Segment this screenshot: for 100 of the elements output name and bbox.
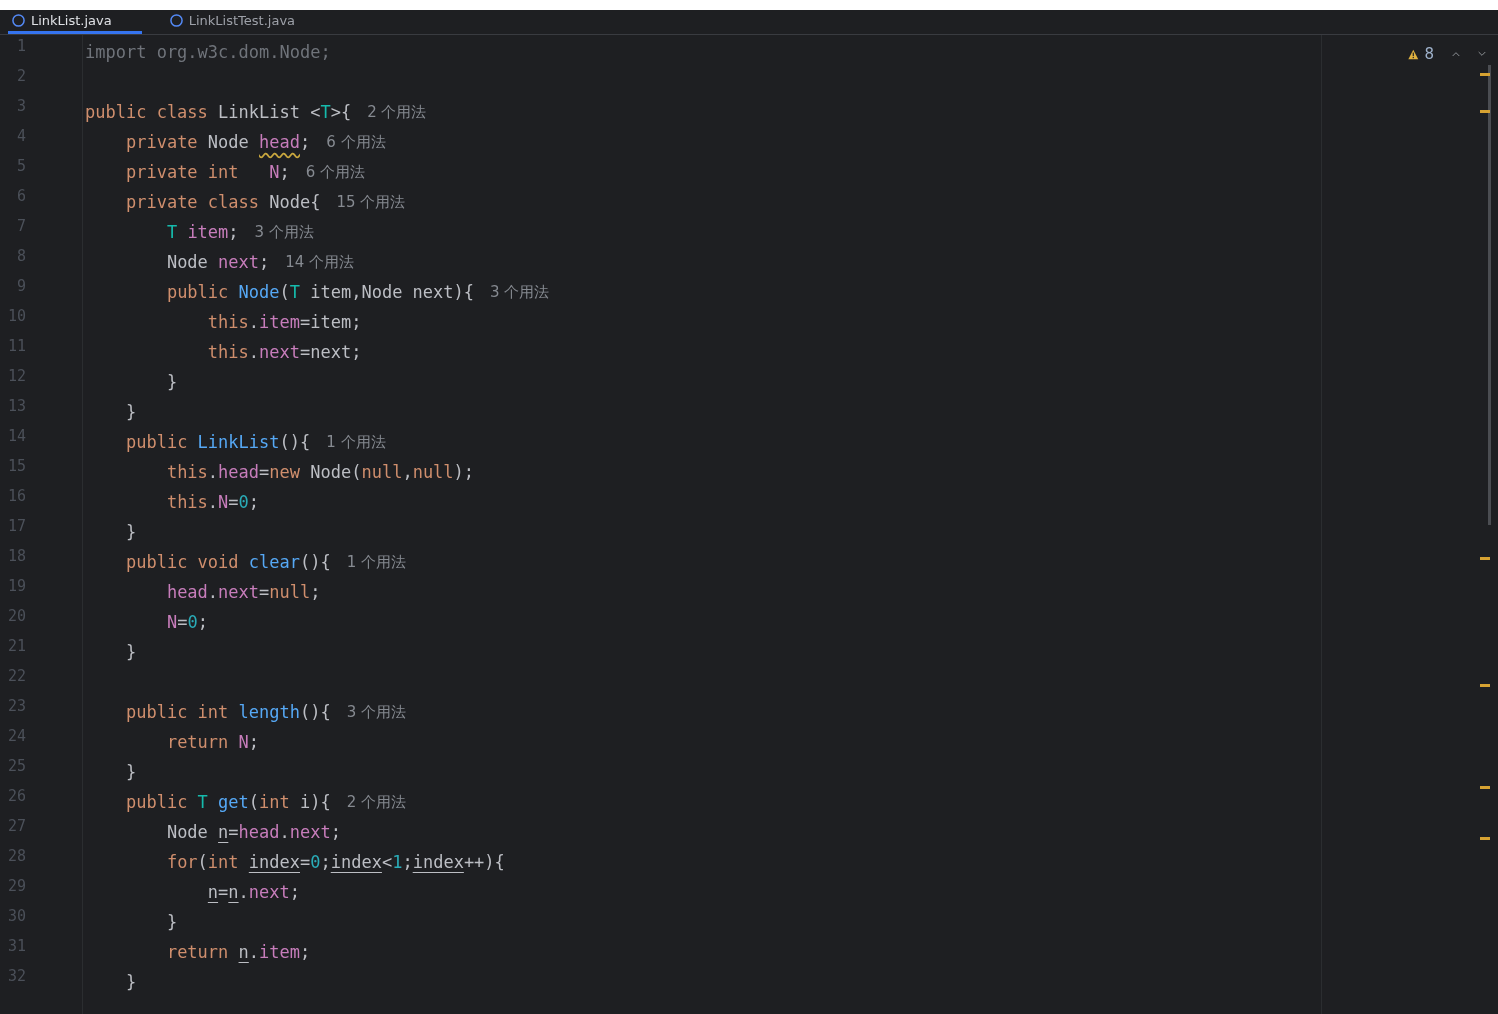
code-text: >{ — [330, 101, 352, 123]
code-text: ; — [310, 581, 321, 603]
code-text: , — [402, 461, 413, 483]
code-text: } — [125, 761, 137, 783]
code-text: n — [218, 821, 229, 843]
file-icon — [169, 14, 183, 27]
function-name: LinkList — [197, 431, 280, 453]
keyword: return — [166, 731, 230, 753]
keyword: new — [269, 461, 301, 483]
field-name: next — [259, 341, 300, 363]
usage-hint: 6 个用法 — [305, 162, 366, 182]
function-name: get — [218, 791, 249, 813]
field-name: next — [248, 881, 290, 903]
type-parameter: T — [166, 221, 179, 243]
field-name: item — [259, 311, 300, 333]
usage-hint: 2 个用法 — [346, 792, 407, 812]
code-text: item,Node next){ — [310, 281, 474, 303]
code-text: ; — [289, 881, 301, 903]
code-text: } — [125, 401, 137, 423]
type-parameter: T — [197, 791, 209, 813]
warning-count: 8 — [1424, 45, 1435, 63]
chevron-up-icon[interactable] — [1452, 50, 1461, 58]
usage-hint: 14 个用法 — [285, 252, 355, 272]
code-text: . — [248, 311, 260, 333]
keyword: this — [207, 311, 249, 333]
code-text: } — [125, 521, 137, 543]
usage-hint: 3 个用法 — [254, 222, 314, 242]
code-text: ; — [300, 131, 311, 153]
function-name: clear — [248, 551, 300, 573]
keyword: int — [259, 791, 291, 813]
code-text: ; — [320, 851, 331, 873]
field-name: N — [218, 491, 229, 513]
code-text: ( — [248, 791, 260, 813]
code-text: = — [228, 821, 239, 843]
code-text: ( — [279, 281, 290, 303]
code-text: . — [238, 881, 249, 903]
code-text: (){ — [299, 701, 331, 723]
keyword: return — [166, 941, 230, 963]
usage-hint: 3 个用法 — [490, 282, 550, 302]
usage-hint: 2 个用法 — [367, 102, 427, 122]
field-name: item — [259, 941, 300, 963]
code-text: =item; — [300, 311, 362, 333]
code-text: ; — [248, 731, 260, 753]
keyword: private class — [125, 191, 260, 213]
code-text: ; — [228, 221, 239, 243]
file-tab[interactable]: LinkList.java — [8, 10, 142, 34]
code-text: ; — [197, 611, 208, 633]
function-name: length — [238, 701, 300, 723]
code-text: index — [330, 851, 382, 873]
code-text: = — [228, 491, 239, 513]
code-text: LinkList < — [218, 101, 321, 123]
keyword: this — [207, 341, 249, 363]
usage-hint: 1 个用法 — [326, 432, 386, 452]
number-literal: 1 — [392, 851, 403, 873]
field-name: head — [259, 131, 300, 153]
field-name: head — [218, 461, 260, 483]
keyword: public void — [125, 551, 240, 573]
code-text: = — [259, 581, 270, 603]
usage-hint: 15 个用法 — [336, 192, 406, 212]
file-icon — [12, 14, 25, 27]
code-text: = — [218, 881, 229, 903]
code-text: < — [381, 851, 393, 873]
field-name: N — [269, 161, 280, 183]
code-text: =next; — [300, 341, 362, 363]
code-text: (){ — [299, 551, 331, 573]
keyword: public — [125, 431, 189, 453]
keyword: null — [361, 461, 403, 483]
code-text: . — [207, 461, 219, 483]
code-text: } — [166, 911, 178, 933]
code-text: ; — [402, 851, 413, 873]
file-tab[interactable]: LinkListTest.java — [165, 10, 326, 34]
number-literal: 0 — [310, 851, 321, 873]
code-text: } — [125, 641, 137, 663]
code-text: Node — [166, 821, 209, 843]
keyword: private — [125, 131, 199, 153]
usage-hint: 6 个用法 — [326, 132, 386, 152]
keyword: null — [412, 461, 454, 483]
field-name: next — [218, 251, 260, 273]
code-text: index — [412, 851, 464, 873]
field-name: N — [238, 731, 249, 753]
keyword: public class — [85, 101, 209, 123]
field-name: N — [166, 611, 178, 633]
number-literal: 0 — [238, 491, 249, 513]
field-name: next — [289, 821, 331, 843]
keyword: this — [166, 461, 208, 483]
keyword: null — [269, 581, 311, 603]
field-name: item — [187, 221, 229, 243]
keyword: public int — [125, 701, 230, 723]
field-name: head — [166, 581, 208, 603]
code-text: ++){ — [463, 851, 505, 873]
code-text: import org.w3c.dom.Node; — [85, 41, 331, 63]
code-text: = — [259, 461, 270, 483]
code-text: } — [125, 971, 137, 993]
code-text: (){ — [279, 431, 311, 453]
code-text: Node — [207, 131, 250, 153]
field-name: head — [238, 821, 280, 843]
keyword: public — [166, 281, 230, 303]
chevron-down-icon[interactable] — [1478, 50, 1486, 58]
code-text: n — [207, 881, 219, 903]
function-name: Node — [238, 281, 280, 303]
